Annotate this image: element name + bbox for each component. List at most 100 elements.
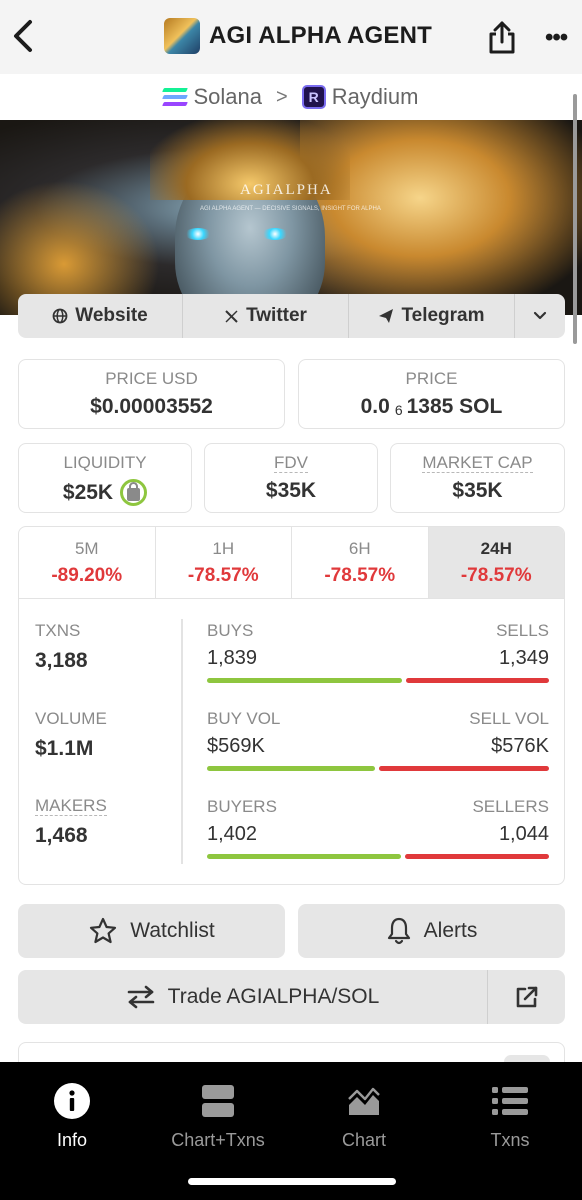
volume-row: VOLUME $1.1M BUY VOL SELL VOL $569K $576K [19,709,564,797]
tab-1h[interactable]: 1H -78.57% [156,527,292,598]
sellers-label: SELLERS [472,797,549,816]
nav-chart[interactable]: Chart [294,1082,434,1151]
token-title: AGI ALPHA AGENT [164,18,432,54]
more-horizontal-icon[interactable]: ••• [545,24,568,52]
chevron-down-icon [533,311,547,320]
makers-label[interactable]: MAKERS [35,797,107,816]
token-logo [164,18,200,54]
home-indicator [188,1178,396,1185]
market-cap-card: MARKET CAP $35K [390,443,565,513]
txns-label: TXNS [35,621,81,640]
price-usd-value: $0.00003552 [90,395,213,418]
sells-label: SELLS [496,621,549,640]
telegram-label: Telegram [401,305,485,326]
tab-6h[interactable]: 6H -78.57% [292,527,429,598]
more-links-dropdown[interactable] [515,294,565,338]
period-tabs: 5M -89.20% 1H -78.57% 6H -78.57% 24H -78… [19,527,564,599]
scrollbar[interactable] [573,94,577,344]
chart-txns-icon [202,1085,234,1117]
market-cap-value: $35K [452,479,503,502]
nav-txns[interactable]: Txns [440,1082,580,1151]
token-banner-image: AGIALPHA AGI ALPHA AGENT — DECISIVE SIGN… [0,120,582,315]
makers-row: MAKERS 1,468 BUYERS SELLERS 1,402 1,044 [19,797,564,884]
share-icon[interactable] [486,18,518,56]
sellers-value: 1,044 [498,823,549,845]
buys-value: 1,839 [207,647,258,669]
info-icon [54,1083,90,1119]
chevron-right-icon: > [276,85,288,108]
buys-bar [207,678,402,683]
txns-value: 3,188 [35,649,88,672]
sells-bar [406,678,549,683]
fdv-label[interactable]: FDV [205,453,377,473]
tab-5m[interactable]: 5M -89.20% [19,527,156,598]
social-links: Website Twitter Telegram [18,294,565,338]
buyers-label: BUYERS [207,797,277,816]
market-cap-label[interactable]: MARKET CAP [391,453,564,473]
website-link[interactable]: Website [18,294,183,338]
lock-icon[interactable] [120,479,148,506]
twitter-link[interactable]: Twitter [183,294,349,338]
sells-value: 1,349 [498,647,549,669]
volume-ratio-bar [207,766,549,771]
app-header: AGI ALPHA AGENT ••• [0,0,582,74]
breadcrumb: Solana > R Raydium [0,74,582,120]
chevron-left-icon[interactable] [8,16,40,56]
volume-label: VOLUME [35,709,107,728]
external-link-icon [516,986,537,1008]
star-icon [90,917,117,944]
fdv-value: $35K [265,479,317,502]
price-native-card: PRICE 0.0 6 1385 SOL [298,359,565,429]
page-title: AGI ALPHA AGENT [209,22,432,49]
external-trade-button[interactable] [488,970,565,1024]
bell-icon [387,917,410,945]
price-usd-label: PRICE USD [105,369,198,388]
trade-label: Trade AGIALPHA/SOL [167,985,380,1008]
liquidity-value: $25K [19,479,191,506]
paper-plane-icon [379,309,394,323]
x-logo-icon [225,309,238,323]
tab-24h[interactable]: 24H -78.57% [428,527,564,598]
makers-ratio-bar [207,854,549,859]
volume-value: $1.1M [35,737,94,760]
list-icon [492,1087,528,1115]
solana-icon [162,88,189,106]
makers-value: 1,468 [35,824,88,847]
sell-vol-label: SELL VOL [469,709,549,728]
liquidity-label: LIQUIDITY [63,453,147,472]
alerts-button[interactable]: Alerts [298,904,565,958]
area-chart-icon [348,1087,380,1115]
swap-arrows-icon [127,985,154,1009]
nav-info[interactable]: Info [2,1082,142,1151]
sell-vol-value: $576K [491,735,549,757]
txns-ratio-bar [207,678,549,683]
trade-button[interactable]: Trade AGIALPHA/SOL [18,970,488,1024]
buys-label: BUYS [207,621,254,640]
banner-watermark-title: AGIALPHA [240,182,333,198]
raydium-icon: R [301,85,326,109]
trading-stats-card: 5M -89.20% 1H -78.57% 6H -78.57% 24H -78… [18,526,565,885]
chain-name[interactable]: Solana [193,84,262,110]
price-native-value: 0.0 6 1385 SOL [360,395,503,418]
buyers-value: 1,402 [207,823,258,845]
buyers-bar [207,854,401,859]
website-label: Website [75,305,148,326]
sellers-bar [405,854,549,859]
txns-row: TXNS 3,188 BUYS SELLS 1,839 1,349 [19,621,564,709]
banner-watermark-subtitle: AGI ALPHA AGENT — DECISIVE SIGNALS, INSI… [200,206,381,212]
dex-name[interactable]: Raydium [332,84,419,110]
watchlist-label: Watchlist [130,919,215,942]
nav-chart-txns[interactable]: Chart+Txns [148,1082,288,1151]
price-native-label: PRICE [405,369,458,388]
telegram-link[interactable]: Telegram [349,294,515,338]
buy-vol-value: $569K [207,735,265,757]
trade-bar: Trade AGIALPHA/SOL [18,970,565,1024]
globe-icon [52,308,68,324]
fdv-card: FDV $35K [204,443,378,513]
buy-vol-bar [207,766,375,771]
watchlist-button[interactable]: Watchlist [18,904,285,958]
liquidity-card: LIQUIDITY $25K [18,443,192,513]
sell-vol-bar [379,766,549,771]
price-usd-card: PRICE USD $0.00003552 [18,359,285,429]
buy-vol-label: BUY VOL [207,709,281,728]
